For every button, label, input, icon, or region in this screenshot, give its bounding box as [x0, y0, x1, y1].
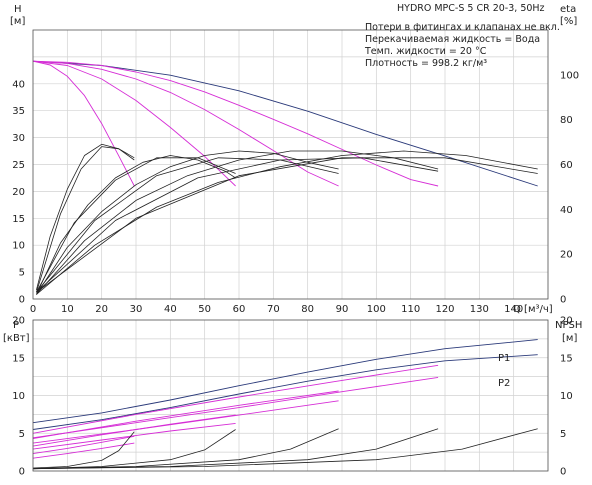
- x-tick-label: 60: [233, 304, 246, 315]
- y-axis-unit-head: [м]: [10, 16, 25, 27]
- y-tick-label: 0: [19, 467, 25, 478]
- x-tick-label: 110: [401, 304, 420, 315]
- x-axis-label: Q [м³/ч]: [513, 304, 553, 315]
- power-curve-pump: [32, 414, 236, 447]
- x-tick-label: 130: [470, 304, 489, 315]
- y-tick-label: 5: [19, 268, 25, 279]
- y-tick-label: 40: [12, 79, 25, 90]
- power-curve-p2: [32, 354, 538, 430]
- y2-tick-label: 60: [560, 160, 573, 171]
- y2-tick-label: 5: [560, 429, 566, 440]
- x-tick-label: 90: [336, 304, 349, 315]
- y-tick-label: 20: [12, 187, 25, 198]
- info-line-4: Плотность = 998.2 кг/м³: [365, 58, 487, 69]
- y-tick-label: 15: [12, 353, 25, 364]
- grid-bottom: [32, 319, 549, 472]
- head-curve-pump: [32, 60, 135, 187]
- x-tick-label: 100: [367, 304, 386, 315]
- info-line-1: Потери в фитингах и клапанах не вкл.: [365, 22, 560, 33]
- y2-tick-label: 100: [560, 70, 579, 81]
- y-axis-unit-power: [кВт]: [3, 333, 30, 344]
- y-tick-label: 30: [12, 133, 25, 144]
- efficiency-curve: [36, 150, 439, 295]
- pump-curve-chart: 0 10 20 30 40 50 60 70 80 90 100 110 120 130 140 Q [м³/…: [0, 0, 592, 480]
- y2-tick-label: 15: [560, 353, 573, 364]
- y-axis-label-head: H: [14, 4, 22, 15]
- info-line-3: Темп. жидкости = 20 °C: [364, 46, 487, 57]
- y2-tick-label: 10: [560, 391, 573, 402]
- power-curve-pump: [32, 422, 236, 450]
- y-tick-label: 35: [12, 106, 25, 117]
- power-curve-p1: [32, 339, 538, 424]
- chart-title: HYDRO MPC-S 5 CR 20-3, 50Hz: [397, 3, 545, 14]
- npsh-curve: [32, 431, 135, 469]
- y-axis-label-power: P: [13, 320, 19, 331]
- npsh-curve: [32, 428, 538, 470]
- efficiency-curve: [36, 146, 135, 293]
- y2-tick-label: 40: [560, 205, 573, 216]
- x-tick-label: 20: [95, 304, 108, 315]
- y2-axis-label-eta: eta: [560, 4, 576, 15]
- y-tick-label: 0: [19, 295, 25, 306]
- x-tick-label: 50: [198, 304, 211, 315]
- series-top: [32, 60, 538, 295]
- info-line-2: Перекачиваемая жидкость = Вода: [365, 34, 540, 45]
- y2-tick-label: 0: [560, 295, 566, 306]
- y-tick-label: 25: [12, 160, 25, 171]
- y2-tick-label: 20: [560, 250, 573, 261]
- head-curve-pump: [32, 60, 439, 187]
- p2-label: P2: [498, 378, 510, 389]
- x-tick-label: 0: [30, 304, 36, 315]
- y-tick-label: 10: [12, 391, 25, 402]
- y-tick-label: 5: [19, 429, 25, 440]
- x-tick-label: 120: [435, 304, 454, 315]
- y2-tick-label: 80: [560, 115, 573, 126]
- tick-labels-top: 0 10 20 30 40 50 60 70 80 90 100 110 120 130 140Q [м³/…: [12, 70, 579, 315]
- x-tick-label: 40: [164, 304, 177, 315]
- y2-axis-unit-npsh: [м]: [562, 333, 577, 344]
- efficiency-curve: [36, 143, 135, 291]
- x-tick-label: 70: [267, 304, 280, 315]
- efficiency-curve: [36, 150, 538, 295]
- x-tick-label: 30: [130, 304, 143, 315]
- p1-label: P1: [498, 353, 510, 364]
- y2-tick-label: 0: [560, 467, 566, 478]
- x-tick-label: 80: [301, 304, 314, 315]
- series-bottom: [32, 339, 538, 470]
- y-tick-label: 15: [12, 214, 25, 225]
- pump-curve-figure: 0 10 20 30 40 50 60 70 80 90 100 110 120 130 140Q [м³/…: [3, 3, 582, 478]
- y2-axis-unit-eta: [%]: [560, 16, 577, 27]
- tick-labels-bottom: 0510152005101520: [12, 316, 572, 478]
- y2-axis-label-npsh: NPSH: [555, 320, 582, 331]
- efficiency-curve: [36, 150, 339, 295]
- y-tick-label: 10: [12, 241, 25, 252]
- x-tick-label: 10: [61, 304, 74, 315]
